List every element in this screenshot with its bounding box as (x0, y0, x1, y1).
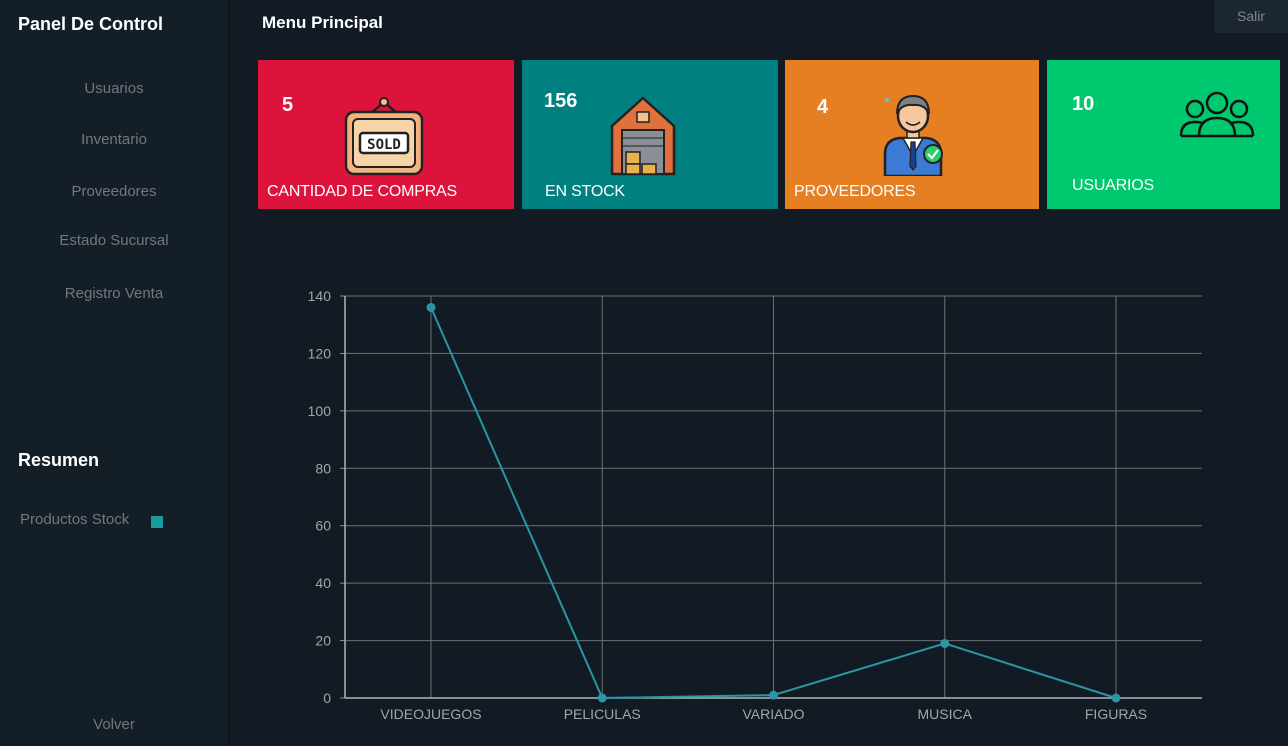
data-point (940, 638, 950, 648)
data-point (1111, 693, 1121, 703)
x-tick-label: MUSICA (918, 706, 973, 722)
y-tick-label: 20 (315, 633, 331, 649)
data-point (769, 690, 778, 700)
y-tick-label: 100 (308, 403, 332, 419)
data-point (426, 302, 436, 312)
x-tick-label: VARIADO (743, 706, 805, 722)
stock-line-chart: 0 20 40 60 80 100 120 140 VIDEOJUEGOS PELICULAS VA… (308, 288, 1202, 722)
x-tick-label: FIGURAS (1085, 706, 1147, 722)
y-tick-label: 0 (323, 690, 331, 706)
x-tick-label: VIDEOJUEGOS (380, 706, 481, 722)
x-tick-label: PELICULAS (564, 706, 641, 722)
y-tick-label: 140 (308, 288, 332, 304)
y-tick-label: 80 (315, 460, 331, 476)
y-tick-label: 120 (308, 345, 332, 361)
data-point (597, 693, 607, 703)
y-tick-label: 40 (315, 575, 331, 591)
y-tick-label: 60 (315, 518, 331, 534)
